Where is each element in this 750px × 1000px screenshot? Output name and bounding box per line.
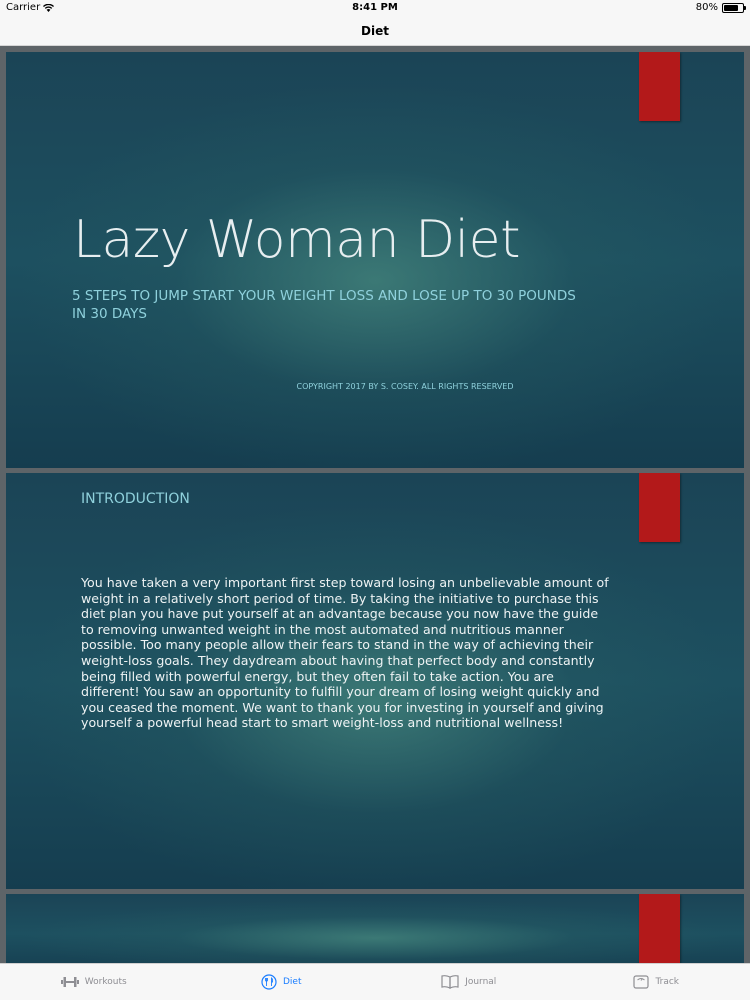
slide-subtitle: 5 steps to jump start your weight loss a…	[72, 288, 576, 322]
diet-icon	[261, 974, 277, 990]
tab-diet[interactable]: Diet	[188, 964, 376, 1000]
navigation-bar: Diet	[0, 18, 750, 46]
dumbbell-icon	[60, 977, 79, 987]
tab-diet-label: Diet	[283, 977, 302, 987]
battery-group: 80%	[695, 2, 746, 13]
intro-heading: Introduction	[81, 491, 190, 507]
tab-workouts-label: Workouts	[84, 977, 127, 987]
tab-journal[interactable]: Journal	[375, 964, 563, 1000]
slide-next	[6, 894, 744, 963]
scale-icon	[633, 975, 650, 989]
intro-body: You have taken a very important first st…	[81, 575, 609, 731]
slide-red-tab	[639, 473, 680, 542]
slide-introduction: Introduction You have taken a very impor…	[6, 473, 744, 889]
tab-bar: Workouts Diet Journal Track	[0, 963, 750, 1000]
slide-title: Lazy Woman Diet 5 steps to jump start yo…	[6, 52, 744, 468]
slide-main-title: Lazy Woman Diet	[73, 210, 521, 270]
battery-percent: 80%	[695, 2, 718, 13]
tab-journal-label: Journal	[465, 977, 497, 987]
battery-icon	[722, 2, 746, 13]
tab-track[interactable]: Track	[563, 964, 750, 1000]
slide-red-tab	[639, 894, 680, 963]
tab-workouts[interactable]: Workouts	[0, 964, 188, 1000]
page-title: Diet	[361, 24, 389, 38]
status-bar: Carrier 8:41 PM 80%	[0, 0, 750, 18]
book-icon	[441, 975, 459, 989]
slides-scroll-view[interactable]: Lazy Woman Diet 5 steps to jump start yo…	[0, 46, 750, 963]
slide-copyright: Copyright 2017 by S. Cosey. All rights r…	[296, 382, 514, 391]
status-time: 8:41 PM	[352, 2, 398, 13]
slide-red-tab	[639, 52, 680, 121]
tab-track-label: Track	[655, 977, 680, 987]
